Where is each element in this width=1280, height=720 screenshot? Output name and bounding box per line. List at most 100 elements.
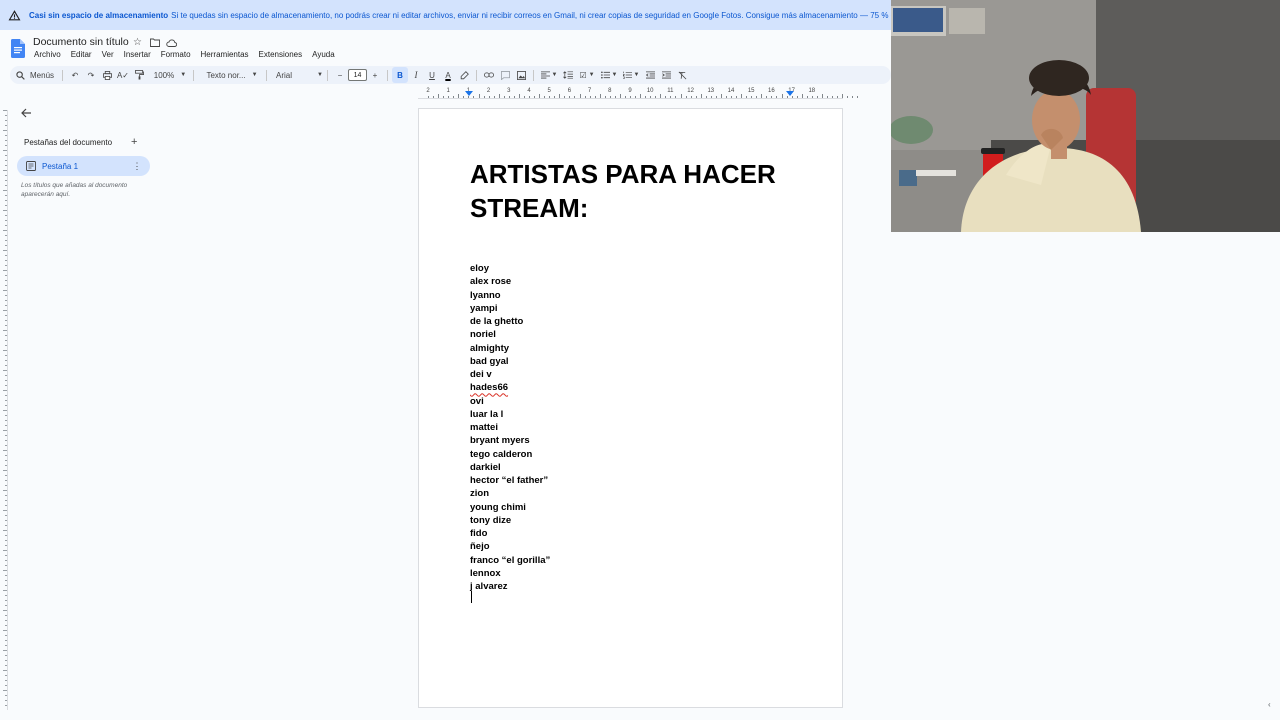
insert-link-icon[interactable] [481, 67, 497, 83]
insert-image-icon[interactable] [513, 67, 529, 83]
increase-font-size-icon[interactable]: + [367, 67, 383, 83]
artist-item[interactable]: lyanno [470, 289, 550, 302]
artist-item[interactable]: yampi [470, 302, 550, 315]
vertical-ruler-tick [5, 645, 7, 646]
style-select[interactable]: Texto nor... ▼ [198, 67, 262, 83]
add-comment-icon[interactable] [497, 67, 513, 83]
increase-indent-icon[interactable] [658, 67, 674, 83]
vertical-ruler-tick [5, 315, 7, 316]
menu-insertar[interactable]: Insertar [123, 50, 152, 59]
numbered-list-select[interactable]: ▼ [620, 67, 642, 83]
vertical-ruler[interactable] [0, 110, 8, 710]
banner-message[interactable]: Si te quedas sin espacio de almacenamien… [171, 11, 891, 20]
menu-ayuda[interactable]: Ayuda [311, 50, 336, 59]
decrease-indent-icon[interactable] [642, 67, 658, 83]
indent-marker-left[interactable] [465, 91, 473, 96]
more-options-icon[interactable]: ⋮ [132, 161, 142, 172]
font-size-input[interactable]: 14 [348, 69, 367, 81]
artist-item[interactable]: de la ghetto [470, 315, 550, 328]
artist-item[interactable]: luar la l [470, 408, 550, 421]
scroll-chevron-icon[interactable]: ‹ [1268, 700, 1278, 710]
ruler-label: 11 [667, 88, 674, 94]
document-heading[interactable]: ARTISTAS PARA HACER STREAM: [470, 157, 800, 225]
artist-item[interactable]: bryant myers [470, 434, 550, 447]
horizontal-ruler[interactable]: 2 1 1 2 3 4 5 6 7 8 9 10 11 12 13 14 15 16 17 18 [418, 88, 859, 99]
menu-ver[interactable]: Ver [101, 50, 115, 59]
vertical-ruler-tick [3, 410, 7, 411]
bold-button[interactable]: B [392, 67, 408, 83]
tab-pestana-1[interactable]: Pestaña 1 ⋮ [17, 156, 150, 176]
artist-item[interactable]: zion [470, 487, 550, 500]
ruler-tick [564, 96, 566, 98]
artist-item[interactable]: eloy [470, 262, 550, 275]
artist-item[interactable]: noriel [470, 328, 550, 341]
italic-button[interactable]: I [408, 67, 424, 83]
spellcheck-icon[interactable]: A✓ [115, 67, 131, 83]
menu-search[interactable]: Menús [10, 67, 58, 83]
google-docs-window: Casi sin espacio de almacenamiento Si te… [0, 0, 1280, 720]
clear-formatting-icon[interactable] [674, 67, 690, 83]
vertical-ruler-tick [5, 215, 7, 216]
align-left-icon [540, 71, 550, 79]
artist-item[interactable]: tony dize [470, 514, 550, 527]
document-page[interactable]: ARTISTAS PARA HACER STREAM: eloy alex ros… [418, 108, 843, 708]
ruler-tick [443, 96, 445, 98]
artist-item[interactable]: dei v [470, 368, 550, 381]
align-select[interactable]: ▼ [538, 67, 560, 83]
line-spacing-icon[interactable] [560, 67, 576, 83]
menu-archivo[interactable]: Archivo [33, 50, 62, 59]
menu-herramientas[interactable]: Herramientas [200, 50, 250, 59]
document-title[interactable]: Documento sin título [33, 36, 129, 48]
highlight-color-icon[interactable] [456, 67, 472, 83]
artist-item[interactable]: young chimi [470, 501, 550, 514]
paint-format-icon[interactable] [131, 67, 147, 83]
artist-item[interactable]: almighty [470, 342, 550, 355]
menu-extensiones[interactable]: Extensiones [258, 50, 304, 59]
move-folder-icon[interactable] [149, 37, 160, 48]
ruler-tick [796, 96, 798, 98]
banner-title: Casi sin espacio de almacenamiento [29, 10, 169, 20]
ruler-tick [725, 96, 727, 98]
indent-marker-right[interactable] [786, 91, 794, 96]
artist-item[interactable]: hector “el father” [470, 474, 550, 487]
back-arrow-icon[interactable] [20, 107, 32, 119]
chevron-down-icon: ▼ [180, 72, 187, 78]
font-value: Arial [276, 70, 293, 80]
vertical-ruler-tick [5, 685, 7, 686]
artist-item[interactable]: fido [470, 527, 550, 540]
star-icon[interactable]: ☆ [132, 37, 143, 48]
zoom-select[interactable]: 100% ▼ [151, 67, 189, 83]
artist-item[interactable]: alex rose [470, 275, 550, 288]
text-color-button[interactable]: A [440, 67, 456, 83]
artist-item[interactable]: franco “el gorilla” [470, 554, 550, 567]
artist-item[interactable]: darkiel [470, 461, 550, 474]
undo-icon[interactable]: ↶ [67, 67, 83, 83]
menu-formato[interactable]: Formato [160, 50, 192, 59]
checklist-select[interactable]: ☑ ▼ [576, 67, 598, 83]
artist-item[interactable]: hades66 [470, 381, 550, 394]
print-icon[interactable] [99, 67, 115, 83]
decrease-font-size-icon[interactable]: − [332, 67, 348, 83]
docs-logo-icon[interactable] [11, 39, 25, 58]
bulleted-list-select[interactable]: ▼ [598, 67, 620, 83]
artist-list[interactable]: eloy alex rose lyanno yampi de la ghetto nori… [470, 262, 550, 593]
add-tab-icon[interactable]: + [131, 136, 137, 148]
menu-editar[interactable]: Editar [70, 50, 93, 59]
artist-item[interactable]: lennox [470, 567, 550, 580]
font-select[interactable]: Arial ▼ [271, 67, 323, 83]
artist-item[interactable]: ovi [470, 395, 550, 408]
ruler-tick [473, 96, 475, 98]
vertical-ruler-tick [5, 260, 7, 261]
vertical-ruler-tick [5, 355, 7, 356]
underline-button[interactable]: U [424, 67, 440, 83]
vertical-ruler-tick [5, 325, 7, 326]
artist-item[interactable]: mattei [470, 421, 550, 434]
ruler-label: 3 [507, 88, 511, 94]
artist-item[interactable]: ñejo [470, 540, 550, 553]
artist-item[interactable]: j alvarez [470, 580, 550, 593]
redo-icon[interactable]: ↷ [83, 67, 99, 83]
vertical-ruler-tick [5, 165, 7, 166]
artist-item[interactable]: bad gyal [470, 355, 550, 368]
cloud-status-icon[interactable] [166, 37, 177, 48]
artist-item[interactable]: tego calderon [470, 448, 550, 461]
